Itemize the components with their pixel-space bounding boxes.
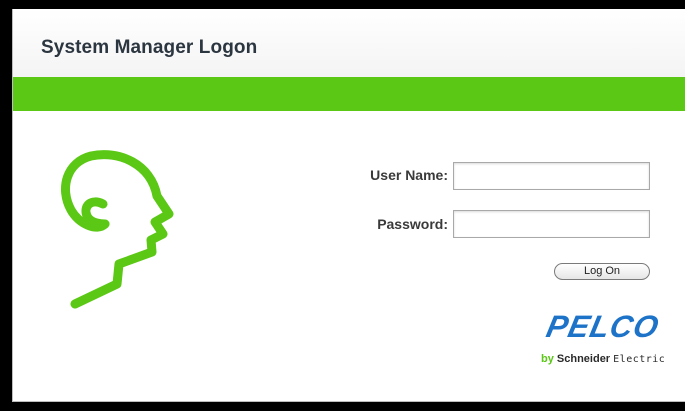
app-window: System Manager Logon User Name: Password… (0, 0, 685, 411)
password-label: Password: (377, 216, 448, 232)
page-title: System Manager Logon (41, 37, 258, 58)
log-on-button[interactable]: Log On (554, 263, 650, 280)
brand-byline: by Schneider Electric (541, 353, 665, 365)
byline-company: Schneider (556, 353, 611, 365)
username-label: User Name: (370, 167, 448, 183)
byline-company-suffix: Electric (613, 354, 666, 365)
header: System Manager Logon (13, 9, 685, 78)
head-profile-logo-icon (61, 150, 174, 309)
brand-logo: PELCO by Schneider Electric (541, 309, 681, 379)
accent-bar (13, 77, 685, 111)
username-field[interactable] (453, 162, 650, 190)
logon-panel: System Manager Logon User Name: Password… (12, 9, 685, 402)
password-field[interactable] (453, 210, 650, 238)
byline-by: by (541, 353, 554, 365)
pelco-logo: PELCO (543, 309, 663, 344)
